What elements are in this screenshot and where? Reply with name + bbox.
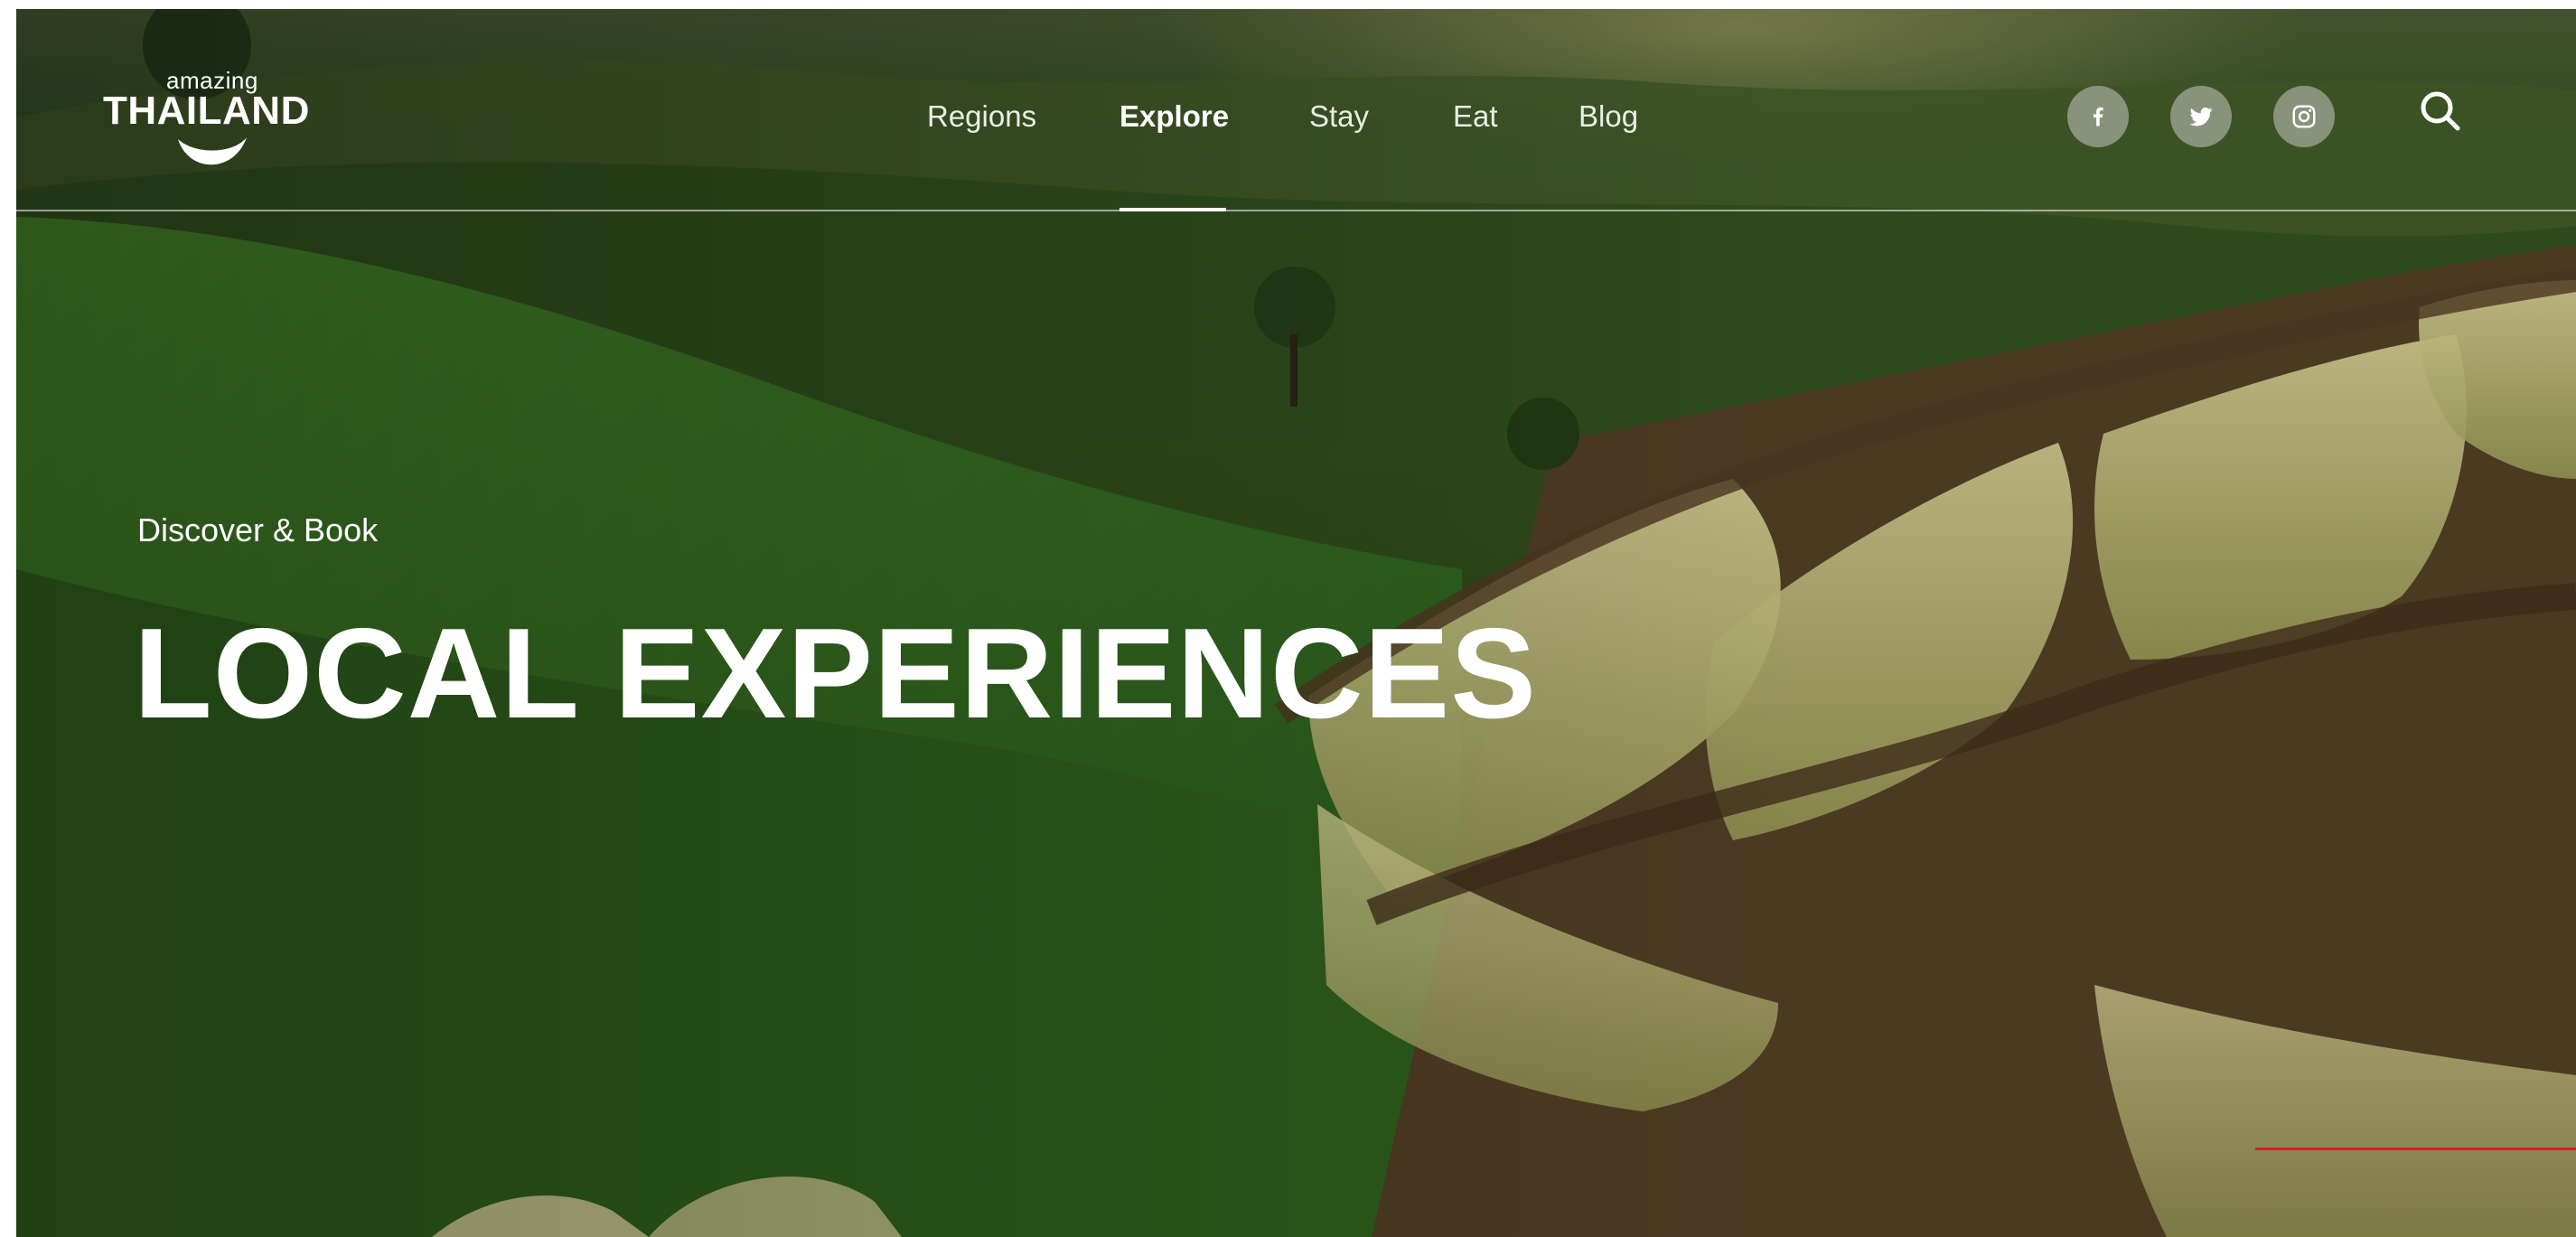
nav-regions[interactable]: Regions: [927, 99, 1036, 134]
facebook-icon: [2093, 107, 2103, 127]
logo-smile-icon: [178, 137, 247, 165]
twitter-button[interactable]: [2170, 86, 2232, 147]
hero-eyebrow: Discover & Book: [137, 511, 379, 548]
nav-eat[interactable]: Eat: [1453, 99, 1498, 134]
search-icon: [2421, 91, 2460, 131]
facebook-button[interactable]: [2067, 86, 2129, 147]
instagram-button[interactable]: [2273, 86, 2335, 147]
search-button[interactable]: [2414, 85, 2468, 139]
nav-explore[interactable]: Explore: [1119, 99, 1229, 134]
twitter-icon: [2189, 108, 2213, 127]
hero-headline: LOCAL EXPERIENCES: [134, 602, 1537, 745]
active-nav-indicator: [1119, 208, 1226, 211]
hero-banner: amazing THAILAND Regions Explore Stay Ea…: [16, 9, 2576, 1237]
accent-line: [2255, 1148, 2576, 1150]
nav-blog[interactable]: Blog: [1578, 99, 1638, 134]
nav-stay[interactable]: Stay: [1309, 99, 1369, 134]
instagram-icon: [2292, 105, 2316, 128]
header-divider: [16, 210, 2576, 211]
